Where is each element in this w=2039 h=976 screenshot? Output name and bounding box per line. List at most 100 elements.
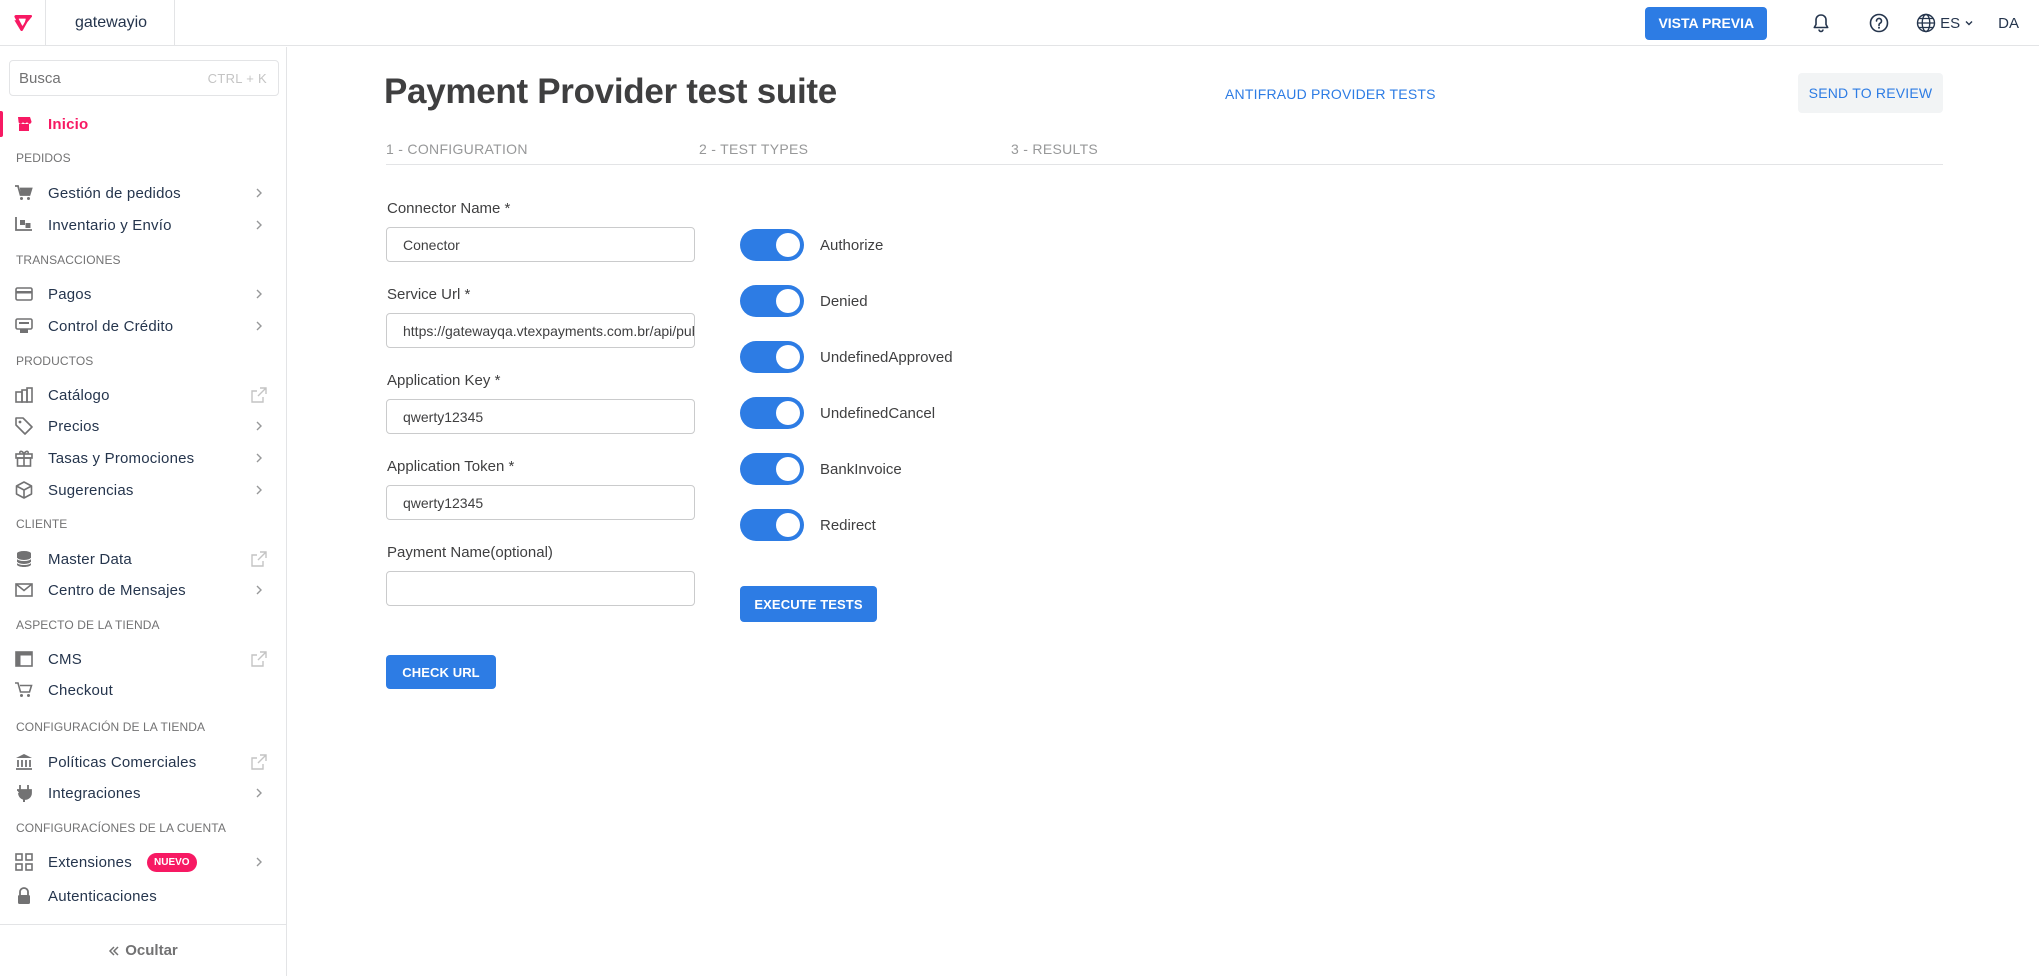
store-icon bbox=[15, 115, 33, 133]
sidebar-item-label: Precios bbox=[48, 417, 100, 435]
toggle-label: Redirect bbox=[820, 516, 876, 534]
connector-name-label: Connector Name * bbox=[387, 200, 511, 217]
inventory-icon bbox=[15, 216, 33, 234]
undefined-approved-toggle[interactable] bbox=[740, 341, 804, 373]
user-menu[interactable]: DA bbox=[1988, 0, 2039, 46]
section-cliente: CLIENTE bbox=[16, 517, 68, 531]
sidebar-item-label: Sugerencias bbox=[48, 481, 134, 499]
hide-sidebar-label: Ocultar bbox=[125, 942, 178, 959]
sidebar-item-label: Inventario y Envío bbox=[48, 216, 172, 234]
external-link-icon bbox=[251, 551, 267, 567]
toggle-row-redirect[interactable]: Redirect bbox=[740, 509, 876, 541]
sidebar-item-integraciones[interactable]: Integraciones bbox=[0, 778, 286, 808]
bank-icon bbox=[15, 753, 33, 771]
payment-name-input[interactable] bbox=[386, 571, 695, 606]
help-button[interactable] bbox=[1850, 0, 1908, 46]
sidebar-item-inventario[interactable]: Inventario y Envío bbox=[0, 210, 286, 240]
check-url-button[interactable]: CHECK URL bbox=[386, 655, 496, 689]
preview-button[interactable]: VISTA PREVIA bbox=[1645, 6, 1768, 40]
database-icon bbox=[15, 550, 33, 568]
cart-icon bbox=[15, 184, 33, 202]
sidebar-item-label: Checkout bbox=[48, 681, 113, 699]
toggle-row-authorize[interactable]: Authorize bbox=[740, 229, 883, 261]
sidebar-item-inicio[interactable]: Inicio bbox=[0, 109, 286, 139]
plug-icon bbox=[15, 784, 33, 802]
chevron-right-icon bbox=[251, 185, 267, 201]
sidebar-item-label: Políticas Comerciales bbox=[48, 753, 197, 771]
toggle-label: Authorize bbox=[820, 236, 884, 254]
sidebar-item-checkout[interactable]: Checkout bbox=[0, 675, 286, 705]
chevron-right-icon bbox=[251, 854, 267, 870]
chevron-right-icon bbox=[251, 286, 267, 302]
authorize-toggle[interactable] bbox=[740, 229, 804, 261]
connector-name-input[interactable]: Conector bbox=[386, 227, 695, 262]
denied-toggle[interactable] bbox=[740, 285, 804, 317]
undefined-cancel-toggle[interactable] bbox=[740, 397, 804, 429]
language-code: ES bbox=[1940, 14, 1961, 32]
toggle-label: UndefinedApproved bbox=[820, 348, 953, 366]
app-key-label: Application Key * bbox=[387, 372, 501, 389]
sidebar-item-sugerencias[interactable]: Sugerencias bbox=[0, 475, 286, 505]
execute-tests-button[interactable]: EXECUTE TESTS bbox=[740, 586, 877, 622]
step-test-types[interactable]: 2 - TEST TYPES bbox=[699, 141, 808, 157]
language-selector[interactable]: ES bbox=[1908, 0, 1988, 46]
app-token-input[interactable]: qwerty12345 bbox=[386, 485, 695, 520]
toggle-knob bbox=[776, 457, 800, 481]
toggle-row-undefined-approved[interactable]: UndefinedApproved bbox=[740, 341, 953, 373]
antifraud-tests-link[interactable]: ANTIFRAUD PROVIDER TESTS bbox=[1225, 86, 1436, 102]
lock-icon bbox=[15, 887, 33, 905]
hide-sidebar-button[interactable]: Ocultar bbox=[0, 924, 286, 976]
section-productos: PRODUCTOS bbox=[16, 354, 94, 368]
toggle-row-denied[interactable]: Denied bbox=[740, 285, 868, 317]
sidebar-item-politicas[interactable]: Políticas Comerciales bbox=[0, 747, 286, 777]
step-configuration[interactable]: 1 - CONFIGURATION bbox=[386, 141, 528, 157]
sidebar-item-extensiones[interactable]: Extensiones NUEVO bbox=[0, 847, 286, 877]
section-pedidos: PEDIDOS bbox=[16, 151, 71, 165]
sidebar-item-catalogo[interactable]: Catálogo bbox=[0, 380, 286, 410]
sidebar-item-master-data[interactable]: Master Data bbox=[0, 544, 286, 574]
toggle-row-undefined-cancel[interactable]: UndefinedCancel bbox=[740, 397, 935, 429]
credit-card-icon bbox=[15, 285, 33, 303]
sidebar-item-pagos[interactable]: Pagos bbox=[0, 279, 286, 309]
send-to-review-button[interactable]: SEND TO REVIEW bbox=[1798, 73, 1943, 113]
box-icon bbox=[15, 481, 33, 499]
vtex-logo[interactable] bbox=[0, 0, 46, 46]
stepper: 1 - CONFIGURATION 2 - TEST TYPES 3 - RES… bbox=[386, 141, 1943, 165]
sidebar-item-control-credito[interactable]: Control de Crédito bbox=[0, 311, 286, 341]
app-key-input[interactable]: qwerty12345 bbox=[386, 399, 695, 434]
external-link-icon bbox=[251, 754, 267, 770]
account-name[interactable]: gatewayio bbox=[46, 0, 176, 46]
chevron-right-icon bbox=[251, 785, 267, 801]
sidebar-item-label: CMS bbox=[48, 650, 82, 668]
sidebar-item-centro-mensajes[interactable]: Centro de Mensajes bbox=[0, 575, 286, 605]
catalog-icon bbox=[15, 386, 33, 404]
toggle-knob bbox=[776, 345, 800, 369]
payment-name-label: Payment Name(optional) bbox=[387, 544, 553, 561]
app-token-label: Application Token * bbox=[387, 458, 515, 475]
sidebar-item-label: Pagos bbox=[48, 285, 92, 303]
service-url-input[interactable]: https://gatewayqa.vtexpayments.com.br/ap… bbox=[386, 313, 695, 348]
bank-invoice-toggle[interactable] bbox=[740, 453, 804, 485]
chevron-down-icon bbox=[1965, 21, 1973, 26]
step-results[interactable]: 3 - RESULTS bbox=[1011, 141, 1098, 157]
sidebar-item-autenticaciones[interactable]: Autenticaciones bbox=[0, 881, 286, 911]
credit-control-icon bbox=[15, 317, 33, 335]
search-shortcut: CTRL + K bbox=[207, 70, 267, 86]
sidebar-item-label: Inicio bbox=[48, 115, 89, 133]
sidebar-item-precios[interactable]: Precios bbox=[0, 411, 286, 441]
chevron-right-icon bbox=[251, 217, 267, 233]
chevron-right-icon bbox=[251, 482, 267, 498]
bell-icon bbox=[1813, 14, 1829, 33]
sidebar-item-tasas[interactable]: Tasas y Promociones bbox=[0, 443, 286, 473]
toggle-row-bank-invoice[interactable]: BankInvoice bbox=[740, 453, 902, 485]
chevron-right-icon bbox=[251, 318, 267, 334]
redirect-toggle[interactable] bbox=[740, 509, 804, 541]
external-link-icon bbox=[251, 651, 267, 667]
new-badge: NUEVO bbox=[147, 853, 197, 872]
notifications-button[interactable] bbox=[1792, 0, 1850, 46]
search-input[interactable]: Busca CTRL + K bbox=[9, 60, 279, 96]
gift-icon bbox=[15, 449, 33, 467]
sidebar-item-gestion-pedidos[interactable]: Gestión de pedidos bbox=[0, 178, 286, 208]
sidebar-item-cms[interactable]: CMS bbox=[0, 644, 286, 674]
vtex-logo-icon bbox=[13, 14, 32, 31]
